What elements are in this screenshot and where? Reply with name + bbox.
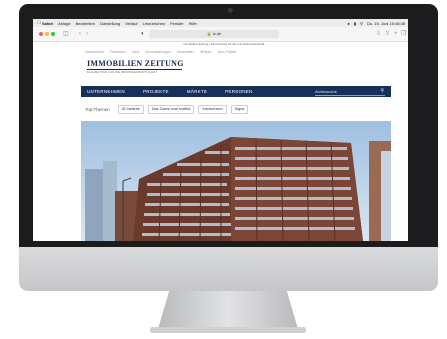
monitor-stand-base — [150, 327, 306, 333]
menu-item-fenster[interactable]: Fenster — [170, 21, 184, 26]
topnav-item-jobs[interactable]: Jobs — [132, 49, 140, 55]
address-bar[interactable]: 🔒 iz.de — [149, 30, 279, 38]
top-topics-label: Top-Themen — [85, 107, 110, 112]
menu-item-hilfe[interactable]: Hilfe — [189, 21, 197, 26]
main-navigation: UNTERNEHMEN PROJEKTE MÄRKTE PERSONEN Arc… — [81, 86, 391, 97]
macos-menubar:  Safari Ablage Bearbeiten Darstellung V… — [33, 19, 408, 27]
topnav-item-abo-pakete[interactable]: Abo-Pakete — [218, 49, 237, 55]
menu-item-ablage[interactable]: Ablage — [58, 21, 70, 26]
site-banner: Immobilien Zeitung | Fachzeitung für die… — [183, 42, 265, 46]
minimize-window-button[interactable] — [45, 32, 49, 36]
privacy-shield-icon[interactable]: ◐ — [141, 30, 145, 38]
logo-tagline: FACHZEITUNG FÜR DIE IMMOBILIENWIRTSCHAFT — [87, 71, 158, 74]
monitor-chin — [19, 247, 438, 291]
back-arrow-icon[interactable]: ‹ — [79, 30, 81, 38]
logo-divider — [87, 69, 182, 70]
address-bar-url: iz.de — [212, 31, 222, 36]
site-logo[interactable]: IMMOBILIEN ZEITUNG FACHZEITUNG FÜR DIE I… — [87, 59, 207, 77]
top-navigation: Nachrichten Research Jobs Veranstaltunge… — [85, 49, 385, 55]
archive-search-placeholder: Archivsuche — [315, 89, 337, 94]
lock-icon: 🔒 — [206, 31, 212, 36]
topic-chip-id-institute[interactable]: ID Institute — [117, 105, 144, 114]
menu-item-verlauf[interactable]: Verlauf — [125, 21, 137, 26]
building-photo — [81, 121, 391, 241]
search-icon[interactable]: ⚲ — [380, 88, 384, 95]
topnav-item-epaper[interactable]: ePaper — [200, 49, 212, 55]
menu-item-bearbeiten[interactable]: Bearbeiten — [76, 21, 95, 26]
topnav-item-research[interactable]: Research — [110, 49, 125, 55]
topic-chip-game[interactable]: Das Game zum Institut — [147, 105, 195, 114]
download-icon[interactable]: ⇩ — [376, 30, 381, 38]
nav-item-unternehmen[interactable]: UNTERNEHMEN — [87, 89, 125, 94]
logo-name: IMMOBILIEN ZEITUNG — [87, 59, 184, 68]
nav-item-projekte[interactable]: PROJEKTE — [143, 89, 169, 94]
topnav-item-veranstaltungen[interactable]: Veranstaltungen — [145, 49, 171, 55]
topic-chip-signa[interactable]: Signa — [230, 105, 249, 114]
topic-chip-insolvenzen[interactable]: Insolvenzen — [198, 105, 227, 114]
battery-icon[interactable]: ▮ — [354, 21, 356, 26]
menu-item-darstellung[interactable]: Darstellung — [100, 21, 120, 26]
close-window-button[interactable] — [39, 32, 43, 36]
nav-item-personen[interactable]: PERSONEN — [225, 89, 252, 94]
tab-overview-icon[interactable]: ❐ — [401, 30, 406, 38]
zoom-window-button[interactable] — [51, 32, 55, 36]
search-icon[interactable]: ⚲ — [360, 21, 363, 26]
camera-icon — [228, 8, 233, 13]
top-topics-bar: Top-Themen ID Institute Das Game zum Ins… — [85, 105, 385, 114]
archive-search-input[interactable]: Archivsuche ⚲ — [315, 88, 385, 96]
wifi-icon[interactable]: ● — [347, 21, 349, 26]
sidebar-toggle-icon[interactable]: ◫ — [63, 30, 69, 38]
menu-item-lesezeichen[interactable]: Lesezeichen — [143, 21, 165, 26]
hero-image[interactable] — [81, 121, 391, 241]
share-icon[interactable]: ⇧ — [385, 30, 390, 38]
topnav-item-newsletter[interactable]: Newsletter — [177, 49, 194, 55]
forward-arrow-icon[interactable]: › — [86, 30, 88, 38]
menubar-status-area: ● ▮ ⚲ Do. 15. Juni 15:48:38 — [347, 19, 405, 27]
menu-item-safari[interactable]: Safari — [42, 21, 53, 26]
menubar-datetime[interactable]: Do. 15. Juni 15:48:38 — [367, 21, 405, 26]
monitor-screen:  Safari Ablage Bearbeiten Darstellung V… — [33, 19, 408, 241]
nav-item-maerkte[interactable]: MÄRKTE — [187, 89, 207, 94]
monitor-stand — [158, 291, 298, 329]
browser-toolbar: ◫ ‹ › ◐ 🔒 iz.de ⇩ ⇧ + ❐ — [33, 27, 408, 42]
new-tab-icon[interactable]: + — [394, 30, 398, 38]
topnav-item-nachrichten[interactable]: Nachrichten — [85, 49, 104, 55]
